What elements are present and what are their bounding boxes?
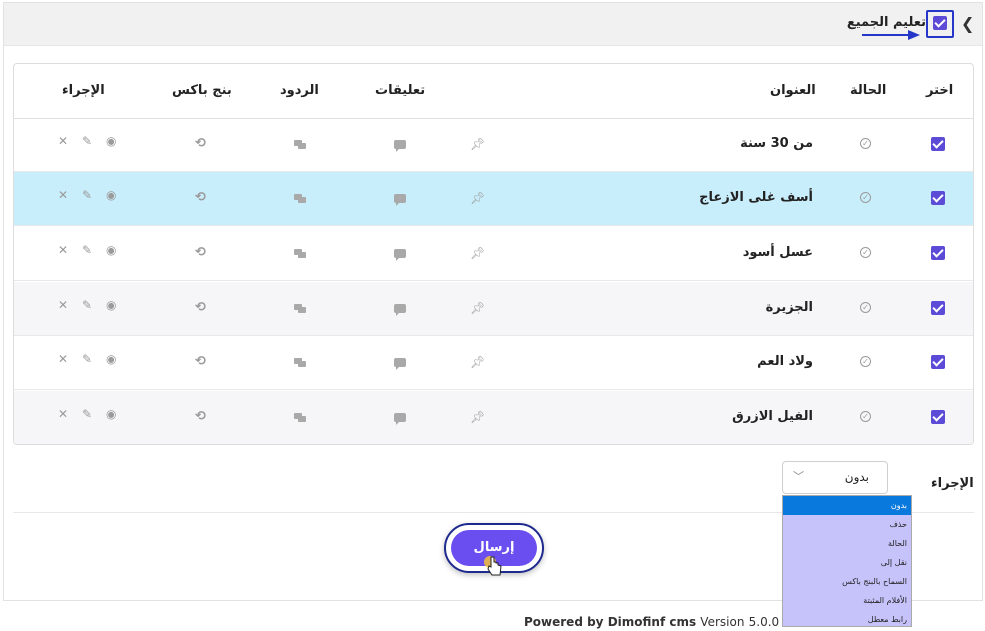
row-title[interactable]: أسف غلى الازعاج — [699, 190, 813, 205]
check-circle-icon: ✓ — [860, 247, 871, 258]
footer-credit: Powered by Dimofinf cms Version 5.0.0 — [524, 615, 779, 629]
row-checkbox[interactable] — [931, 410, 945, 424]
row-checkbox[interactable] — [931, 301, 945, 315]
refresh-icon[interactable]: ⟲ — [195, 137, 206, 150]
table-row: ✓ أسف غلى الازعاج 📌︎ ⟲ ◉ ✎ ✕ — [14, 172, 973, 226]
toolbar: ❯ تعليم الجميع — [4, 3, 982, 46]
close-icon[interactable]: ✕ — [58, 189, 68, 201]
dropdown-option[interactable]: حذف — [783, 515, 911, 534]
dropdown-option[interactable]: رابط معطل — [783, 610, 911, 629]
pin-icon[interactable]: 📌︎ — [470, 247, 485, 259]
chevron-icon[interactable]: ❯ — [961, 14, 974, 33]
comment-icon[interactable] — [394, 194, 406, 206]
footer-prefix: Powered by — [524, 615, 604, 629]
action-select-value: بدون — [844, 470, 869, 484]
hand-cursor-icon — [484, 556, 502, 576]
refresh-icon[interactable]: ⟲ — [195, 246, 206, 259]
pin-icon[interactable]: 📌︎ — [470, 411, 485, 423]
check-circle-icon: ✓ — [860, 192, 871, 203]
action-label: الإجراء — [931, 476, 974, 491]
pencil-icon[interactable]: ✎ — [82, 189, 92, 201]
column-status: الحالة — [850, 83, 887, 98]
table-row: ✓ الفيل الازرق 📌︎ ⟲ ◉ ✎ ✕ — [14, 391, 973, 444]
table-row: ✓ ولاد العم 📌︎ ⟲ ◉ ✎ ✕ — [14, 336, 973, 390]
dropdown-option[interactable]: الأفلام المثبتة — [783, 591, 911, 610]
row-title[interactable]: عسل أسود — [743, 245, 813, 260]
row-title[interactable]: الجزيرة — [766, 300, 813, 315]
column-replies: الردود — [280, 83, 319, 98]
row-checkbox[interactable] — [931, 355, 945, 369]
select-all-label: تعليم الجميع — [846, 15, 926, 30]
comment-icon[interactable] — [394, 140, 406, 152]
footer-version-label: Version — [700, 615, 745, 629]
close-icon[interactable]: ✕ — [58, 408, 68, 420]
pencil-icon[interactable]: ✎ — [82, 244, 92, 256]
table-row: ✓ الجزيرة 📌︎ ⟲ ◉ ✎ ✕ — [14, 282, 973, 336]
column-inbox: بنج باكس — [172, 83, 232, 98]
comment-icon[interactable] — [394, 413, 406, 425]
column-comments: تعليقات — [375, 83, 426, 98]
annotation-arrow-icon — [862, 30, 920, 40]
refresh-icon[interactable]: ⟲ — [195, 301, 206, 314]
pin-icon[interactable]: 📌︎ — [470, 192, 485, 204]
row-checkbox[interactable] — [931, 137, 945, 151]
dropdown-option[interactable]: السماح بالبنج باكس — [783, 572, 911, 591]
eye-icon[interactable]: ◉ — [106, 408, 116, 420]
close-icon[interactable]: ✕ — [58, 299, 68, 311]
refresh-icon[interactable]: ⟲ — [195, 410, 206, 423]
table-header: اختر الحالة العنوان تعليقات الردود بنج ب… — [14, 64, 973, 119]
check-circle-icon: ✓ — [860, 302, 871, 313]
table-row: ✓ من 30 سنة 📌︎ ⟲ ◉ ✎ ✕ — [14, 118, 973, 172]
footer-brand[interactable]: Dimofinf cms — [608, 615, 696, 629]
close-icon[interactable]: ✕ — [58, 135, 68, 147]
check-circle-icon: ✓ — [860, 138, 871, 149]
comment-icon[interactable] — [394, 304, 406, 316]
row-title[interactable]: الفيل الازرق — [732, 409, 813, 424]
footer-version: 5.0.0 — [748, 615, 780, 629]
column-choose: اختر — [926, 83, 954, 98]
check-circle-icon: ✓ — [860, 411, 871, 422]
refresh-icon[interactable]: ⟲ — [195, 191, 206, 204]
action-dropdown-list: بدون حذف الحالة نقل إلى السماح بالبنج با… — [782, 495, 912, 627]
column-action: الإجراء — [62, 83, 105, 98]
comment-icon[interactable] — [394, 249, 406, 261]
close-icon[interactable]: ✕ — [58, 244, 68, 256]
row-title[interactable]: من 30 سنة — [740, 136, 813, 151]
row-title[interactable]: ولاد العم — [757, 354, 813, 369]
eye-icon[interactable]: ◉ — [106, 353, 116, 365]
dropdown-option[interactable]: نقل إلى — [783, 553, 911, 572]
pin-icon[interactable]: 📌︎ — [470, 138, 485, 150]
dropdown-option[interactable]: الحالة — [783, 534, 911, 553]
eye-icon[interactable]: ◉ — [106, 299, 116, 311]
table-row: ✓ عسل أسود 📌︎ ⟲ ◉ ✎ ✕ — [14, 227, 973, 281]
select-all-checkbox[interactable] — [933, 16, 947, 30]
items-table: اختر الحالة العنوان تعليقات الردود بنج ب… — [13, 63, 974, 445]
pencil-icon[interactable]: ✎ — [82, 353, 92, 365]
dropdown-option[interactable]: بدون — [783, 496, 911, 515]
pencil-icon[interactable]: ✎ — [82, 299, 92, 311]
pin-icon[interactable]: 📌︎ — [470, 302, 485, 314]
row-checkbox[interactable] — [931, 246, 945, 260]
refresh-icon[interactable]: ⟲ — [195, 355, 206, 368]
comment-icon[interactable] — [394, 358, 406, 370]
action-select[interactable]: بدون ﹀ — [782, 461, 888, 494]
pin-icon[interactable]: 📌︎ — [470, 356, 485, 368]
check-circle-icon: ✓ — [860, 356, 871, 367]
chevron-down-icon: ﹀ — [793, 470, 804, 483]
column-title: العنوان — [770, 83, 816, 98]
eye-icon[interactable]: ◉ — [106, 244, 116, 256]
eye-icon[interactable]: ◉ — [106, 135, 116, 147]
pencil-icon[interactable]: ✎ — [82, 135, 92, 147]
eye-icon[interactable]: ◉ — [106, 189, 116, 201]
pencil-icon[interactable]: ✎ — [82, 408, 92, 420]
row-checkbox[interactable] — [931, 191, 945, 205]
close-icon[interactable]: ✕ — [58, 353, 68, 365]
